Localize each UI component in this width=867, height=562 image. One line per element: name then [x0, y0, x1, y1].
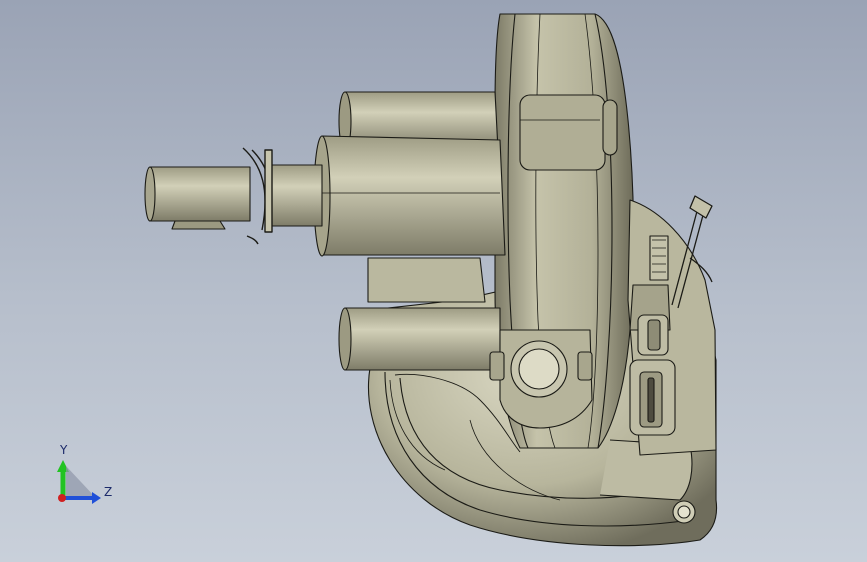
- z-axis-label: Z: [104, 485, 112, 499]
- y-axis-label: Y: [59, 443, 68, 457]
- inlet-shaft: [144, 164, 323, 230]
- coordinate-triad: Y Z: [57, 443, 112, 504]
- central-body: [313, 135, 506, 257]
- triad-origin: [58, 494, 66, 502]
- lower-outlet-pipe: [338, 257, 501, 371]
- view-plane-indicator: [66, 466, 96, 498]
- pump-model: [144, 13, 718, 547]
- connector-housing: [627, 199, 717, 456]
- model-viewport[interactable]: Y Z: [0, 0, 867, 562]
